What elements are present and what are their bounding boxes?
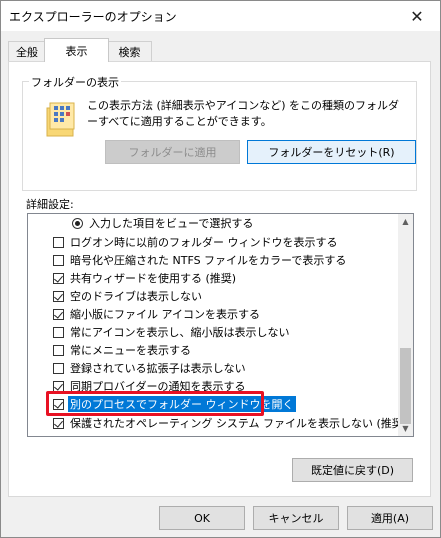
folder-view-description: この表示方法 (詳細表示やアイコンなど) をこの種類のフォルダーすべてに適用する… (87, 99, 400, 128)
list-item-label: 共有ウィザードを使用する (推奨) (70, 272, 237, 285)
apply-button[interactable]: 適用(A) (347, 506, 433, 530)
restore-defaults-button[interactable]: 既定値に戻す(D) (292, 458, 413, 482)
checkbox[interactable] (53, 236, 64, 248)
chevron-up-icon: ▲ (402, 217, 409, 226)
list-item[interactable]: 縮小版にファイル アイコンを表示する (53, 305, 260, 323)
list-item-label: 空のドライブは表示しない (70, 290, 202, 303)
scroll-thumb[interactable] (400, 348, 411, 424)
list-item[interactable]: 保護されたオペレーティング システム ファイルを表示しない (推奨) (53, 414, 407, 432)
checkbox[interactable] (53, 326, 64, 338)
checkbox[interactable] (53, 344, 64, 356)
title-bar: エクスプローラーのオプション ✕ (1, 1, 440, 31)
tab-view[interactable]: 表示 (44, 38, 109, 62)
list-item-label: ログオン時に以前のフォルダー ウィンドウを表示する (70, 236, 338, 249)
advanced-settings-label: 詳細設定: (26, 198, 74, 211)
list-item-label: 縮小版にファイル アイコンを表示する (70, 308, 260, 321)
list-item-label: 常にメニューを表示する (70, 344, 191, 357)
radio-selected[interactable] (72, 217, 83, 229)
list-item[interactable]: 常にアイコンを表示し、縮小版は表示しない (53, 323, 289, 341)
reset-folders-button[interactable]: フォルダーをリセット(R) (247, 140, 416, 164)
checkbox-checked[interactable] (53, 272, 64, 284)
checkbox-checked[interactable] (53, 290, 64, 302)
list-item[interactable]: 登録されている拡張子は表示しない (53, 359, 246, 377)
list-item-label: 暗号化や圧縮された NTFS ファイルをカラーで表示する (70, 254, 347, 267)
scroll-down-button[interactable]: ▼ (398, 421, 413, 436)
checkbox-checked[interactable] (53, 417, 64, 429)
checkbox-checked[interactable] (53, 380, 64, 392)
highlight-annotation (46, 391, 264, 416)
apply-to-folders-button[interactable]: フォルダーに適用 (105, 140, 240, 164)
list-item-label: 入力した項目をビューで選択する (89, 217, 254, 230)
close-icon: ✕ (410, 6, 424, 26)
list-item[interactable]: 共有ウィザードを使用する (推奨) (53, 269, 236, 287)
folder-view-icon (46, 102, 75, 137)
cancel-button[interactable]: キャンセル (253, 506, 339, 530)
ok-button[interactable]: OK (159, 506, 245, 530)
list-item[interactable]: 入力した項目をビューで選択する (72, 214, 253, 232)
window-title: エクスプローラーのオプション (9, 10, 177, 24)
list-item-label: 登録されている拡張子は表示しない (70, 362, 246, 375)
tab-general[interactable]: 全般 (8, 41, 46, 61)
list-item[interactable]: 空のドライブは表示しない (53, 287, 202, 305)
list-item[interactable]: 暗号化や圧縮された NTFS ファイルをカラーで表示する (53, 251, 346, 269)
list-scrollbar[interactable]: ▲ ▼ (398, 214, 413, 436)
chevron-down-icon: ▼ (402, 424, 409, 433)
folder-options-dialog: エクスプローラーのオプション ✕ 全般 表示 検索 フォルダーの表示 この表示方… (0, 0, 441, 538)
list-item[interactable]: ログオン時に以前のフォルダー ウィンドウを表示する (53, 233, 338, 251)
checkbox[interactable] (53, 254, 64, 266)
list-item-label: 保護されたオペレーティング システム ファイルを表示しない (推奨) (70, 417, 408, 430)
checkbox-checked[interactable] (53, 308, 64, 320)
folder-view-group-label: フォルダーの表示 (29, 74, 121, 90)
tab-search[interactable]: 検索 (107, 41, 152, 61)
list-item-label: 常にアイコンを表示し、縮小版は表示しない (70, 326, 290, 339)
checkbox[interactable] (53, 362, 64, 374)
list-item[interactable]: 常にメニューを表示する (53, 341, 191, 359)
close-button[interactable]: ✕ (394, 1, 440, 31)
scroll-up-button[interactable]: ▲ (398, 214, 413, 229)
